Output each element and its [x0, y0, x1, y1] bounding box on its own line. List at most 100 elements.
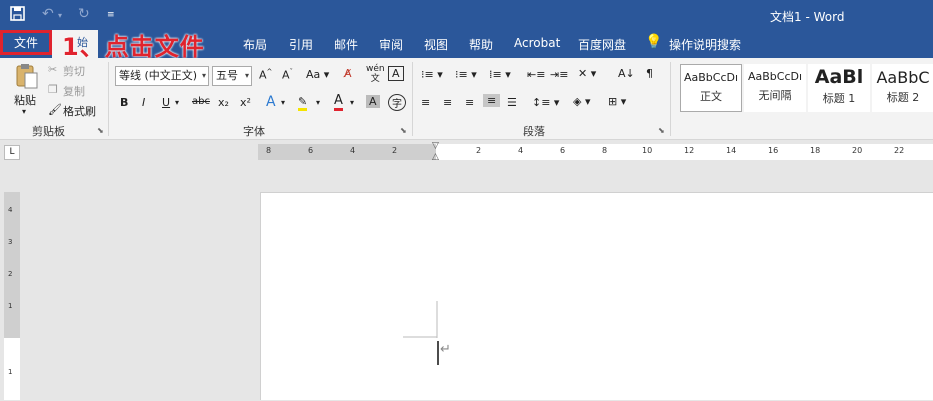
text-effects-icon[interactable]: A: [266, 94, 276, 110]
tab-acrobat[interactable]: Acrobat: [514, 36, 560, 50]
numbering-icon[interactable]: ⁝≡ ▾: [455, 68, 477, 81]
title-bar: ↶ ▾ ↻ ≡ 文档1 - Word: [0, 0, 933, 30]
ruler-number: 1: [8, 368, 13, 376]
phonetic-guide-icon[interactable]: wén 文: [366, 64, 385, 84]
chinese-layout-icon[interactable]: ✕ ▾: [578, 67, 596, 80]
save-icon[interactable]: [10, 6, 25, 25]
italic-button[interactable]: I: [142, 96, 145, 109]
chevron-down-icon[interactable]: ▾: [245, 67, 249, 85]
enclose-characters-icon[interactable]: 字: [388, 94, 406, 111]
ruler-number: 22: [894, 146, 905, 155]
paste-icon[interactable]: [14, 62, 40, 93]
paste-button[interactable]: 粘贴: [14, 92, 36, 108]
tab-help[interactable]: 帮助: [469, 36, 493, 53]
style-no-spacing[interactable]: AaBbCcDı 无间隔: [744, 64, 806, 112]
ruler-margin-area: [258, 144, 436, 160]
font-color-icon[interactable]: A: [334, 94, 343, 111]
ruler-number: 18: [810, 146, 821, 155]
justify-icon[interactable]: ≡: [483, 94, 501, 107]
ruler-number: 1: [8, 302, 13, 310]
chevron-down-icon[interactable]: ▾: [316, 98, 320, 107]
undo-dropdown-icon[interactable]: ▾: [58, 11, 62, 20]
ruler-number: 2: [476, 146, 482, 155]
clear-formatting-icon[interactable]: A̸: [344, 67, 352, 80]
document-page[interactable]: ↵: [260, 192, 933, 400]
change-case-icon[interactable]: Aa ▾: [306, 68, 329, 81]
align-left-icon[interactable]: ≡: [421, 96, 430, 109]
chevron-down-icon[interactable]: ▾: [350, 98, 354, 107]
chevron-down-icon[interactable]: ▾: [202, 67, 206, 85]
tab-selector-button[interactable]: L: [4, 145, 20, 160]
paragraph-launcher-icon[interactable]: ⬊: [658, 126, 665, 135]
borders-icon[interactable]: ⊞ ▾: [608, 95, 626, 108]
lightbulb-icon[interactable]: 💡: [645, 34, 662, 50]
tab-layout[interactable]: 布局: [243, 36, 267, 53]
tab-baidu-netdisk[interactable]: 百度网盘: [578, 36, 626, 53]
underline-button[interactable]: U: [162, 96, 170, 109]
increase-indent-icon[interactable]: ⇥≡: [550, 68, 568, 81]
show-hide-marks-icon[interactable]: ¶: [646, 67, 653, 80]
paste-dropdown-icon[interactable]: ▾: [22, 107, 26, 116]
align-right-icon[interactable]: ≡: [465, 96, 474, 109]
distributed-icon[interactable]: ☰: [507, 96, 517, 109]
subscript-button[interactable]: x₂: [218, 96, 229, 109]
decrease-indent-icon[interactable]: ⇤≡: [527, 68, 545, 81]
style-name: 无间隔: [758, 89, 792, 102]
tab-file[interactable]: 文件: [0, 30, 52, 55]
sort-icon[interactable]: A↓: [618, 67, 635, 80]
line-spacing-icon[interactable]: ↕≡ ▾: [532, 96, 559, 109]
bullets-icon[interactable]: ⁝≡ ▾: [421, 68, 443, 81]
shading-icon[interactable]: ◈ ▾: [573, 95, 590, 108]
highlight-icon[interactable]: ✎: [298, 95, 308, 111]
grow-font-icon[interactable]: A^: [259, 68, 272, 82]
format-painter-button[interactable]: 格式刷: [63, 103, 96, 119]
ruler-number: 4: [518, 146, 524, 155]
character-shading-icon[interactable]: A: [366, 95, 380, 108]
copy-button[interactable]: 复制: [63, 83, 85, 99]
undo-icon[interactable]: ↶: [42, 6, 54, 22]
tell-me-search[interactable]: 操作说明搜索: [669, 36, 741, 53]
style-heading-1[interactable]: AaBl 标题 1: [808, 64, 870, 112]
group-divider: [412, 62, 413, 136]
margin-corner-marks: [403, 301, 439, 365]
clipboard-launcher-icon[interactable]: ⬊: [97, 126, 104, 135]
tab-mailings[interactable]: 邮件: [334, 36, 358, 53]
character-border-icon[interactable]: A: [388, 66, 404, 81]
paragraph-mark: ↵: [440, 342, 451, 357]
customize-qat-icon[interactable]: ≡: [107, 10, 115, 20]
underline-dropdown-icon[interactable]: ▾: [175, 98, 179, 107]
ruler-number: 8: [602, 146, 608, 155]
ruler-number: 2: [8, 270, 13, 278]
multilevel-list-icon[interactable]: ⁞≡ ▾: [489, 68, 511, 81]
vertical-ruler[interactable]: 4 3 2 1 1: [4, 192, 20, 400]
bold-button[interactable]: B: [120, 96, 128, 109]
redo-icon[interactable]: ↻: [78, 6, 90, 22]
tab-view[interactable]: 视图: [424, 36, 448, 53]
indent-marker-icon[interactable]: ▽: [432, 141, 439, 151]
ruler-number: 12: [684, 146, 695, 155]
align-center-icon[interactable]: ≡: [443, 96, 452, 109]
clipboard-group-label: 剪贴板: [32, 125, 65, 138]
chevron-down-icon[interactable]: ▾: [281, 98, 285, 107]
ruler-number: 3: [8, 238, 13, 246]
font-size-value: 五号: [216, 69, 238, 82]
superscript-button[interactable]: x²: [240, 96, 251, 109]
hanging-indent-icon[interactable]: △: [432, 152, 439, 162]
font-launcher-icon[interactable]: ⬊: [400, 126, 407, 135]
shrink-font-icon[interactable]: Aˇ: [282, 68, 293, 82]
style-normal[interactable]: AaBbCcDı 正文: [680, 64, 742, 112]
style-heading-2[interactable]: AaBbC 标题 2: [872, 64, 933, 112]
font-size-combo[interactable]: 五号 ▾: [212, 66, 252, 86]
strikethrough-button[interactable]: abc: [192, 96, 210, 107]
ribbon-home: 粘贴 ▾ ✂ 剪切 ❐ 复制 🖌 格式刷 剪贴板 ⬊ 等线 (中文正文) ▾ 五…: [0, 58, 933, 140]
horizontal-ruler[interactable]: 8 6 4 2 ▽ △ 2 4 6 8 10 12 14 16 18 20 22: [258, 141, 933, 162]
ruler-number: 6: [560, 146, 566, 155]
font-name-value: 等线 (中文正文): [119, 69, 198, 82]
font-name-combo[interactable]: 等线 (中文正文) ▾: [115, 66, 209, 86]
tab-references[interactable]: 引用: [289, 36, 313, 53]
tab-review[interactable]: 审阅: [379, 36, 403, 53]
cut-button[interactable]: 剪切: [63, 63, 85, 79]
style-name: 标题 1: [822, 92, 856, 105]
copy-icon: ❐: [48, 83, 58, 96]
ruler-number: 6: [308, 146, 314, 155]
